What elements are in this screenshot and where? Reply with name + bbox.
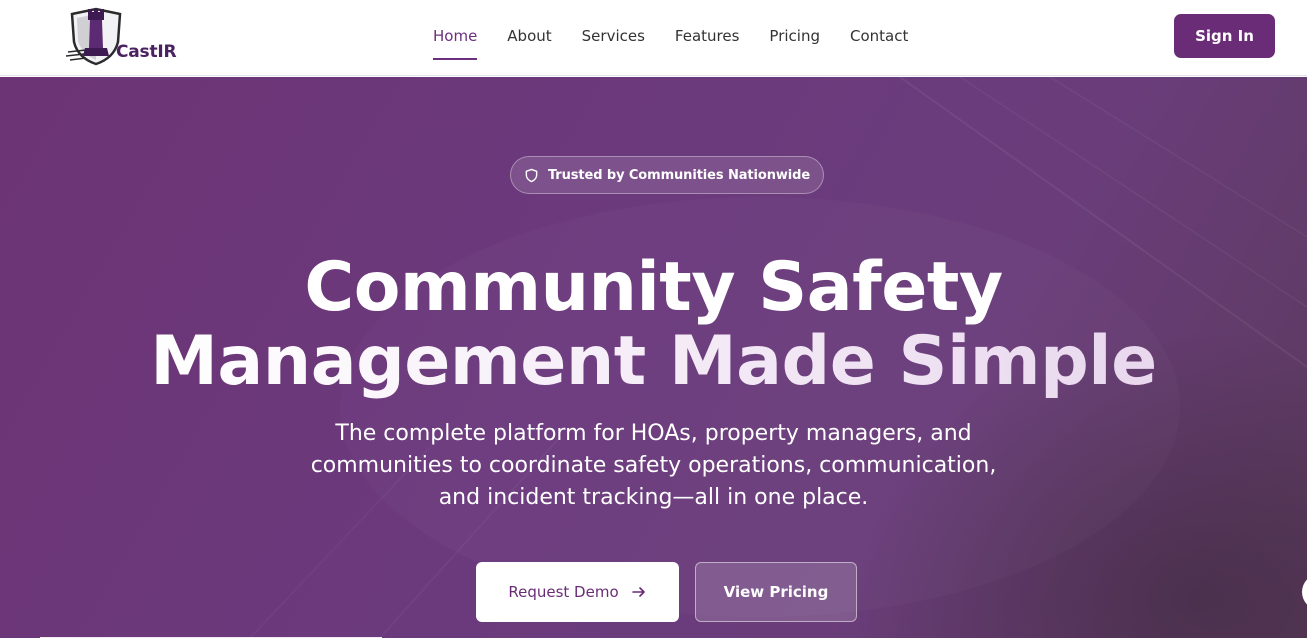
brand-logo[interactable]: CastIR — [66, 6, 186, 68]
nav-services[interactable]: Services — [567, 0, 660, 76]
hero-subtitle-line1: The complete platform for HOAs, property… — [335, 421, 972, 446]
view-pricing-button[interactable]: View Pricing — [695, 562, 857, 622]
trust-badge: Trusted by Communities Nationwide — [510, 156, 824, 194]
hero-subtitle-line2: communities to coordinate safety operati… — [310, 453, 997, 478]
trust-badge-text: Trusted by Communities Nationwide — [547, 167, 811, 183]
nav-about[interactable]: About — [492, 0, 566, 76]
nav-features[interactable]: Features — [660, 0, 755, 76]
brand-name: CastIR — [116, 42, 177, 62]
hero-section: Trusted by Communities Nationwide Commun… — [0, 77, 1307, 638]
request-demo-label: Request Demo — [508, 583, 619, 601]
main-nav: Home About Services Features Pricing Con… — [418, 0, 923, 76]
hero-subtitle: The complete platform for HOAs, property… — [280, 418, 1027, 514]
shield-icon — [525, 168, 538, 182]
arrow-right-icon — [631, 587, 645, 597]
hero-title-line1: Community Safety — [304, 248, 1003, 327]
hero-subtitle-line3: and incident tracking—all in one place. — [438, 485, 869, 510]
hero-title: Community Safety Management Made Simple — [0, 251, 1307, 399]
nav-pricing[interactable]: Pricing — [754, 0, 835, 76]
nav-home[interactable]: Home — [418, 0, 492, 76]
hero-title-line2: Management Made Simple — [150, 322, 1157, 401]
nav-contact[interactable]: Contact — [835, 0, 923, 76]
site-header: CastIR Home About Services Features Pric… — [0, 0, 1307, 76]
sign-in-button[interactable]: Sign In — [1174, 14, 1275, 58]
request-demo-button[interactable]: Request Demo — [476, 562, 679, 622]
